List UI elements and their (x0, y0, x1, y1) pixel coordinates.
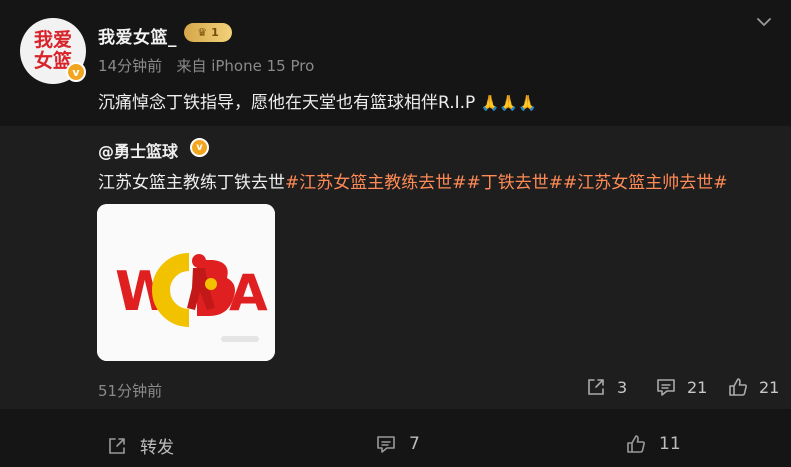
vip-badge[interactable]: ♛ 1 (184, 23, 232, 42)
repost-image[interactable]: W A (97, 204, 275, 361)
thumbs-up-icon (729, 378, 747, 396)
comment-button[interactable]: 7 (375, 433, 420, 455)
repost-comment-count[interactable]: 21 (655, 376, 707, 398)
logo-letter-a: A (229, 264, 268, 322)
share-icon (588, 379, 604, 395)
repost-time: 51分钟前 (98, 382, 163, 400)
like-count: 11 (659, 434, 681, 454)
repost-button[interactable]: 转发 (106, 433, 174, 458)
comment-count: 7 (409, 434, 420, 454)
vip-level: 1 (211, 26, 219, 39)
chevron-down-icon[interactable] (754, 12, 774, 32)
main-post: 我爱 女篮 v 我爱女篮_ ♛ 1 14分钟前 来自 iPhone 15 Pro… (0, 0, 791, 126)
share-icon (109, 437, 125, 454)
reposted-card[interactable]: @勇士篮球 v 江苏女篮主教练丁铁去世#江苏女篮主教练去世##丁铁去世##江苏女… (0, 126, 791, 409)
like-button[interactable]: 11 (625, 433, 681, 455)
post-meta: 14分钟前 来自 iPhone 15 Pro (98, 55, 314, 76)
wcba-logo: W A (97, 204, 275, 361)
repost-like-count[interactable]: 21 (727, 376, 779, 398)
comment-icon (377, 436, 395, 453)
crown-icon: ♛ (197, 26, 208, 39)
hashtag-link[interactable]: #江苏女篮主帅去世# (563, 173, 728, 193)
repost-author[interactable]: @勇士篮球 (98, 138, 178, 162)
avatar-text-line1: 我爱 (33, 29, 72, 51)
hashtag-link[interactable]: #丁铁去世# (467, 173, 564, 193)
pray-emoji: 🙏🙏🙏 (480, 94, 537, 112)
repost-text-body: 江苏女篮主教练丁铁去世 (98, 173, 285, 193)
repost-label: 转发 (140, 438, 174, 458)
post-text: 沉痛悼念丁铁指导，愿他在天堂也有篮球相伴R.I.P 🙏🙏🙏 (98, 88, 537, 113)
post-text-body: 沉痛悼念丁铁指导，愿他在天堂也有篮球相伴R.I.P (98, 93, 476, 113)
comment-count: 21 (687, 377, 708, 397)
repost-verified-badge: v (190, 138, 209, 157)
username[interactable]: 我爱女篮_ (98, 23, 177, 48)
repost-text: 江苏女篮主教练丁铁去世#江苏女篮主教练去世##丁铁去世##江苏女篮主帅去世# (98, 168, 728, 193)
verified-badge: v (66, 62, 86, 82)
thumbs-up-icon (627, 435, 645, 453)
share-count: 3 (617, 377, 628, 397)
post-source: 来自 iPhone 15 Pro (176, 57, 315, 75)
comment-icon (657, 379, 675, 396)
post-time: 14分钟前 (98, 57, 163, 75)
hashtag-link[interactable]: #江苏女篮主教练去世# (285, 173, 467, 193)
like-count: 21 (759, 377, 780, 397)
repost-share-count[interactable]: 3 (585, 376, 627, 398)
action-bar: 转发 7 11 (0, 409, 791, 467)
